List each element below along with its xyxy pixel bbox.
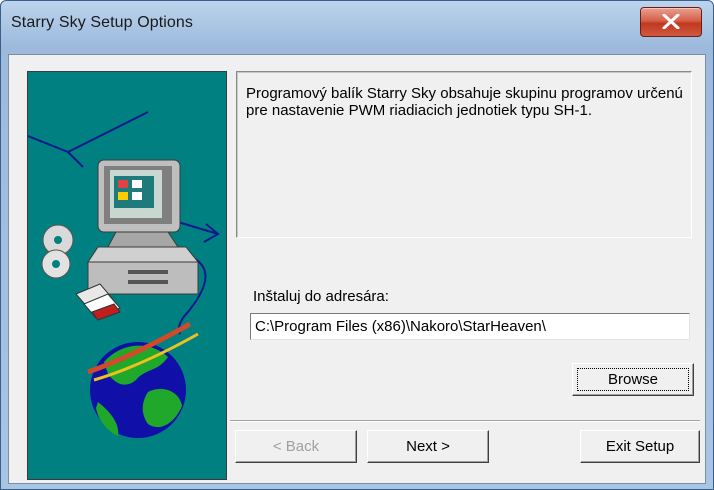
title-bar[interactable]: Starry Sky Setup Options	[1, 1, 713, 47]
description-text: Programový balík Starry Sky obsahuje sku…	[246, 85, 683, 119]
install-path-input[interactable]	[250, 313, 690, 340]
install-directory-label: Inštaluj do adresára:	[253, 288, 389, 305]
close-icon	[662, 14, 680, 29]
back-button[interactable]: < Back	[235, 430, 357, 463]
browse-button[interactable]: Browse	[572, 363, 694, 396]
browse-button-label: Browse	[577, 368, 689, 391]
close-button[interactable]	[640, 7, 702, 37]
setup-window: Starry Sky Setup Options Programový balí…	[0, 0, 714, 490]
description-panel: Programový balík Starry Sky obsahuje sku…	[236, 71, 692, 238]
exit-setup-button[interactable]: Exit Setup	[580, 430, 700, 463]
computer-globe-illustration	[28, 111, 220, 438]
next-button[interactable]: Next >	[367, 430, 489, 463]
window-title: Starry Sky Setup Options	[11, 14, 194, 31]
button-separator	[230, 420, 700, 422]
setup-illustration	[27, 71, 227, 480]
dialog-client-area: Programový balík Starry Sky obsahuje sku…	[8, 54, 706, 484]
